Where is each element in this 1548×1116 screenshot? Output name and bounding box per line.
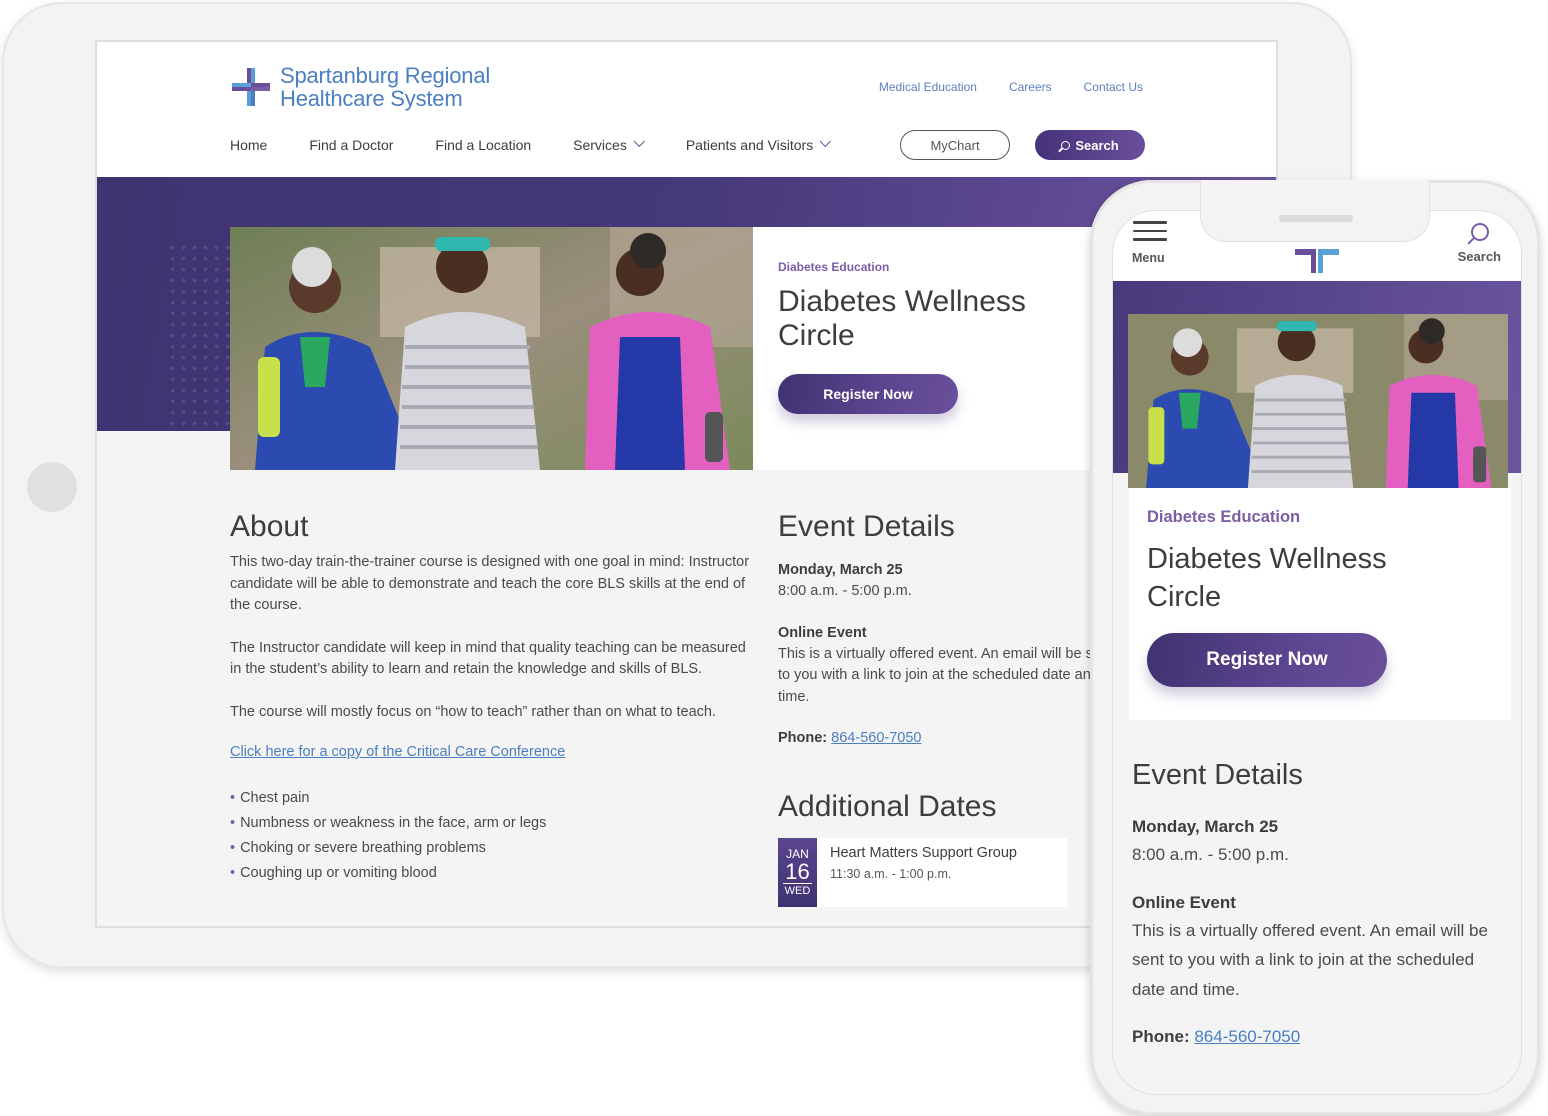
- event-details-heading: Event Details: [778, 510, 955, 543]
- about-paragraph: This two-day train-the-trainer course is…: [230, 554, 750, 613]
- register-now-button[interactable]: Register Now: [778, 374, 958, 414]
- utility-nav: Medical Education Careers Contact Us: [879, 80, 1143, 94]
- event-time: 8:00 a.m. - 5:00 p.m.: [1132, 845, 1289, 864]
- utility-link-medical-education[interactable]: Medical Education: [879, 80, 977, 94]
- site-name: Spartanburg Regional Healthcare System: [280, 63, 491, 111]
- main-nav: Home Find a Doctor Find a Location Servi…: [230, 135, 872, 153]
- phone-device-frame: Menu Search Diabetes Education Diabetes …: [1090, 180, 1540, 1115]
- event-time: 8:00 a.m. - 5:00 p.m.: [778, 583, 912, 599]
- list-item: Chest pain: [230, 786, 755, 811]
- women-walking-photo: [1128, 314, 1508, 488]
- date-info: Heart Matters Support Group 11:30 a.m. -…: [817, 838, 1020, 907]
- event-category: Diabetes Education: [1147, 508, 1301, 526]
- search-icon: [1061, 140, 1071, 150]
- chevron-down-icon: [819, 135, 832, 148]
- mobile-search-label[interactable]: Search: [1458, 249, 1501, 264]
- online-event-label: Online Event: [1132, 892, 1236, 912]
- menu-label[interactable]: Menu: [1132, 251, 1165, 265]
- phone-screen: Menu Search Diabetes Education Diabetes …: [1112, 210, 1522, 1095]
- mobile-hero-photo: [1128, 314, 1508, 488]
- list-item: Numbness or weakness in the face, arm or…: [230, 811, 755, 836]
- event-date: Monday, March 25: [1132, 817, 1279, 836]
- additional-date-card[interactable]: JAN 16 WED Heart Matters Support Group 1…: [778, 838, 1067, 907]
- nav-item-find-a-location[interactable]: Find a Location: [435, 137, 531, 153]
- phone-link[interactable]: 864-560-7050: [831, 730, 921, 746]
- hero-photo: [230, 227, 753, 470]
- utility-link-careers[interactable]: Careers: [1009, 80, 1052, 94]
- event-details-heading: Event Details: [1132, 759, 1303, 791]
- register-now-button[interactable]: Register Now: [1147, 633, 1387, 687]
- chevron-down-icon: [633, 135, 645, 148]
- cross-logo-icon[interactable]: [1295, 247, 1339, 273]
- women-walking-photo: [230, 227, 753, 470]
- mobile-hero-card: Diabetes Education Diabetes Wellness Cir…: [1129, 488, 1511, 720]
- hamburger-menu-icon[interactable]: [1133, 221, 1167, 247]
- event-details-section: Event Details Monday, March 25 8:00 a.m.…: [778, 510, 1118, 749]
- dot-pattern-decoration: [167, 242, 232, 432]
- additional-dates-section: Additional Dates JAN 16 WED Heart Matter…: [778, 790, 1067, 907]
- additional-event-time: 11:30 a.m. - 1:00 p.m.: [830, 867, 952, 881]
- nav-item-home[interactable]: Home: [230, 137, 267, 153]
- mobile-event-details: Event Details Monday, March 25 8:00 a.m.…: [1132, 759, 1502, 1050]
- nav-item-patients-and-visitors[interactable]: Patients and Visitors: [686, 135, 832, 153]
- online-event-text: This is a virtually offered event. An em…: [1132, 920, 1488, 999]
- event-category: Diabetes Education: [778, 260, 890, 274]
- phone-link[interactable]: 864-560-7050: [1194, 1027, 1300, 1046]
- phone-row: Phone: 864-560-7050: [778, 730, 922, 746]
- mychart-button[interactable]: MyChart: [900, 130, 1010, 160]
- date-badge: JAN 16 WED: [778, 838, 817, 907]
- event-title: Diabetes Wellness Circle: [778, 285, 1026, 352]
- about-section: About This two-day train-the-trainer cou…: [230, 510, 755, 886]
- phone-speaker: [1279, 215, 1353, 222]
- search-button[interactable]: Search: [1035, 130, 1145, 160]
- symptom-list: Chest pain Numbness or weakness in the f…: [230, 786, 755, 886]
- nav-item-services[interactable]: Services: [573, 135, 645, 153]
- tablet-home-button: [27, 462, 77, 512]
- list-item: Choking or severe breathing problems: [230, 836, 755, 861]
- additional-event-title: Heart Matters Support Group: [830, 845, 1017, 861]
- about-paragraph: The Instructor candidate will keep in mi…: [230, 639, 746, 678]
- nav-item-find-a-doctor[interactable]: Find a Doctor: [309, 137, 393, 153]
- additional-dates-heading: Additional Dates: [778, 790, 997, 823]
- phone-row: Phone: 864-560-7050: [1132, 1027, 1301, 1046]
- search-icon[interactable]: [1471, 223, 1489, 241]
- site-logo[interactable]: Spartanburg Regional Healthcare System: [230, 64, 490, 110]
- list-item: Coughing up or vomiting blood: [230, 861, 755, 886]
- online-event-label: Online Event: [778, 624, 867, 641]
- online-event-text: This is a virtually offered event. An em…: [778, 645, 1114, 705]
- cross-logo-icon: [232, 68, 270, 106]
- phone-notch: [1200, 180, 1430, 242]
- event-title: Diabetes Wellness Circle: [1147, 543, 1387, 613]
- about-heading: About: [230, 510, 309, 543]
- about-paragraph: The course will mostly focus on “how to …: [230, 703, 716, 720]
- site-header: Spartanburg Regional Healthcare System M…: [97, 42, 1276, 177]
- utility-link-contact-us[interactable]: Contact Us: [1084, 80, 1143, 94]
- event-date: Monday, March 25: [778, 562, 903, 578]
- critical-care-conference-link[interactable]: Click here for a copy of the Critical Ca…: [230, 744, 755, 760]
